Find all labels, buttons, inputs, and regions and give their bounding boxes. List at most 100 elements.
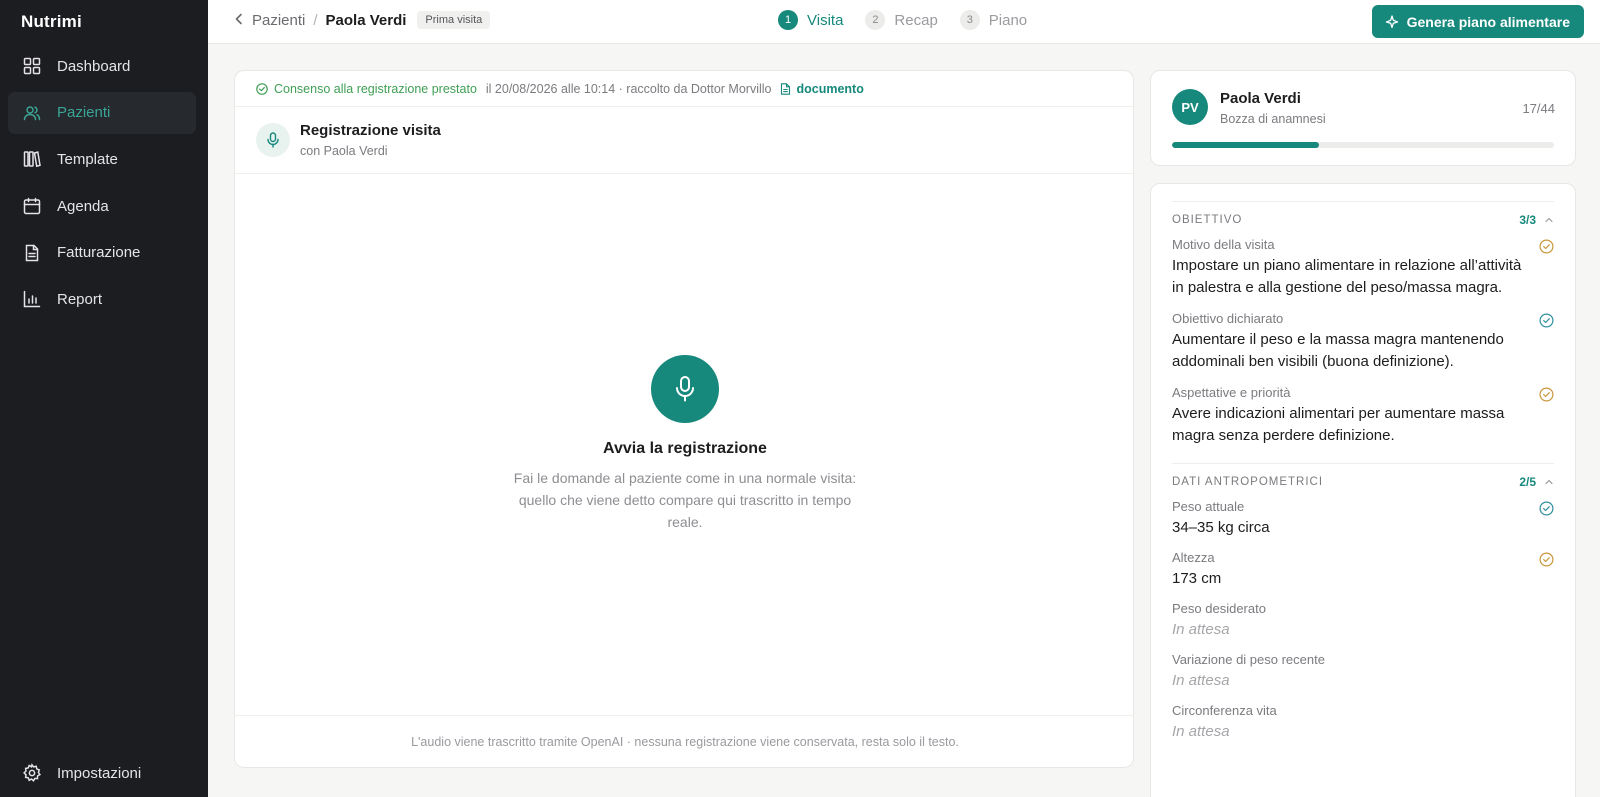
step-piano[interactable]: 3 Piano (959, 10, 1028, 30)
start-recording-button[interactable] (651, 355, 719, 423)
field-peso-attuale[interactable]: Peso attuale 34–35 kg circa (1172, 499, 1554, 539)
recording-subtitle: con Paola Verdi (300, 144, 388, 158)
sidebar-item-label: Impostazioni (57, 764, 142, 782)
check-circle-orange-icon (1539, 239, 1554, 254)
field-label: Circonferenza vita (1172, 703, 1277, 718)
field-circonferenza-vita[interactable]: Circonferenza vita In attesa (1172, 703, 1554, 743)
section-count: 2/5 (1519, 475, 1554, 489)
sidebar-item-report[interactable]: Report (8, 278, 196, 320)
fields-count: 17/44 (1522, 101, 1555, 116)
recording-header: Registrazione visita con Paola Verdi (235, 107, 1133, 174)
document-icon (781, 82, 791, 95)
patient-card: PV Paola Verdi Bozza di anamnesi 17/44 (1150, 70, 1576, 166)
invoice-icon (25, 244, 39, 261)
recording-panel: Consenso alla registrazione prestato il … (234, 70, 1134, 768)
start-recording-description: Fai le domande al paziente come in una n… (513, 470, 857, 530)
sidebar-item-fatturazione[interactable]: Fatturazione (8, 232, 196, 274)
field-value: In attesa (1172, 723, 1230, 740)
section-header[interactable]: OBIETTIVO 3/3 (1172, 202, 1554, 237)
sidebar-item-dashboard[interactable]: Dashboard (8, 45, 196, 87)
field-label: Altezza (1172, 550, 1215, 565)
check-circle-orange-icon (1539, 387, 1554, 402)
section-count-value: 3/3 (1519, 212, 1536, 227)
recording-start-area: Avvia la registrazione Fai le domande al… (235, 355, 1133, 533)
field-variazione-peso[interactable]: Variazione di peso recente In attesa (1172, 652, 1554, 692)
field-value: 34–35 kg circa (1172, 519, 1270, 536)
field-value: Impostare un piano alimentare in relazio… (1172, 257, 1522, 296)
consent-meta: il 20/08/2026 alle 10:14 · raccolto da D… (485, 81, 772, 96)
microphone-icon (256, 123, 290, 157)
section-obiettivo: OBIETTIVO 3/3 Motivo della visita Impost… (1172, 201, 1554, 447)
field-peso-desiderato[interactable]: Peso desiderato In attesa (1172, 601, 1554, 641)
field-value: Avere indicazioni alimentari per aumenta… (1172, 405, 1505, 444)
calendar-icon (23, 197, 41, 215)
anamnesis-progress-fill (1172, 142, 1320, 148)
anamnesis-progress-bar (1172, 142, 1554, 148)
visit-type-badge: Prima visita (417, 11, 491, 29)
top-bar: Pazienti / Paola Verdi Prima visita 1 Vi… (208, 0, 1600, 44)
sidebar-item-label: Template (57, 150, 118, 168)
section-header[interactable]: DATI ANTROPOMETRICI 2/5 (1172, 464, 1554, 499)
generate-plan-button[interactable]: Genera piano alimentare (1371, 5, 1584, 38)
section-count-value: 2/5 (1519, 474, 1536, 489)
consent-document-link[interactable]: documento (780, 82, 864, 96)
field-value: In attesa (1172, 621, 1230, 638)
step-recap[interactable]: 2 Recap (865, 10, 938, 30)
consent-text: Consenso alla registrazione prestato (274, 81, 477, 96)
breadcrumb-current: Paola Verdi (325, 11, 407, 29)
breadcrumb-separator: / (313, 11, 318, 29)
field-label: Variazione di peso recente (1172, 652, 1325, 667)
stepper: 1 Visita 2 Recap 3 Piano (778, 10, 1049, 30)
field-obiettivo-dichiarato[interactable]: Obiettivo dichiarato Aumentare il peso e… (1172, 311, 1554, 373)
patient-status: Bozza di anamnesi (1220, 112, 1326, 126)
anamnesis-panel: OBIETTIVO 3/3 Motivo della visita Impost… (1150, 183, 1576, 797)
consent-bar: Consenso alla registrazione prestato il … (235, 71, 1133, 107)
field-aspettative-priorita[interactable]: Aspettative e priorità Avere indicazioni… (1172, 385, 1554, 447)
users-icon (23, 105, 41, 120)
sidebar-item-agenda[interactable]: Agenda (8, 185, 196, 227)
sidebar-item-label: Agenda (57, 197, 109, 215)
sidebar-item-label: Pazienti (57, 104, 111, 122)
section-title: OBIETTIVO (1172, 213, 1243, 226)
breadcrumb: Pazienti / Paola Verdi Prima visita (234, 11, 491, 29)
check-circle-icon (256, 82, 268, 95)
recording-title: Registrazione visita (300, 122, 441, 139)
step-label: Piano (988, 11, 1028, 29)
sidebar-item-template[interactable]: Template (8, 138, 196, 180)
step-number: 3 (959, 10, 980, 30)
library-icon (23, 151, 41, 168)
microphone-icon (676, 376, 694, 402)
field-altezza[interactable]: Altezza 173 cm (1172, 550, 1554, 590)
check-circle-teal-icon (1539, 313, 1554, 328)
sidebar-nav: Dashboard Pazienti Template Agenda Fattu… (8, 45, 196, 325)
field-label: Peso desiderato (1172, 601, 1266, 616)
sidebar-item-pazienti[interactable]: Pazienti (8, 91, 196, 134)
chevron-up-icon[interactable] (1544, 477, 1554, 487)
dashboard-icon (23, 57, 41, 75)
section-count: 3/3 (1519, 213, 1554, 227)
step-label: Visita (807, 11, 844, 29)
generate-plan-label: Genera piano alimentare (1406, 13, 1570, 30)
sidebar: Nutrimi Dashboard Pazienti Template Agen… (0, 0, 208, 797)
breadcrumb-pazienti-link[interactable]: Pazienti (252, 12, 305, 29)
field-value: In attesa (1172, 672, 1230, 689)
chevron-up-icon[interactable] (1544, 215, 1554, 225)
check-circle-orange-icon (1539, 552, 1554, 567)
app-logo: Nutrimi (21, 12, 82, 31)
step-label: Recap (894, 11, 938, 29)
check-circle-teal-icon (1539, 501, 1554, 516)
field-motivo-visita[interactable]: Motivo della visita Impostare un piano a… (1172, 237, 1554, 299)
gear-icon (23, 763, 41, 782)
sidebar-item-impostazioni[interactable]: Impostazioni (8, 752, 196, 794)
sidebar-item-label: Dashboard (57, 57, 131, 75)
field-label: Obiettivo dichiarato (1172, 311, 1284, 326)
field-label: Motivo della visita (1172, 237, 1275, 252)
chevron-left-icon[interactable] (234, 12, 244, 29)
patient-name: Paola Verdi (1220, 90, 1301, 107)
field-value: Aumentare il peso e la massa magra mante… (1172, 331, 1504, 370)
section-title: DATI ANTROPOMETRICI (1172, 475, 1324, 488)
step-visita[interactable]: 1 Visita (778, 10, 843, 30)
section-dati-antropometrici: DATI ANTROPOMETRICI 2/5 Peso attuale 34–… (1172, 463, 1554, 743)
sparkle-icon (1385, 14, 1398, 28)
chart-icon (23, 291, 41, 308)
